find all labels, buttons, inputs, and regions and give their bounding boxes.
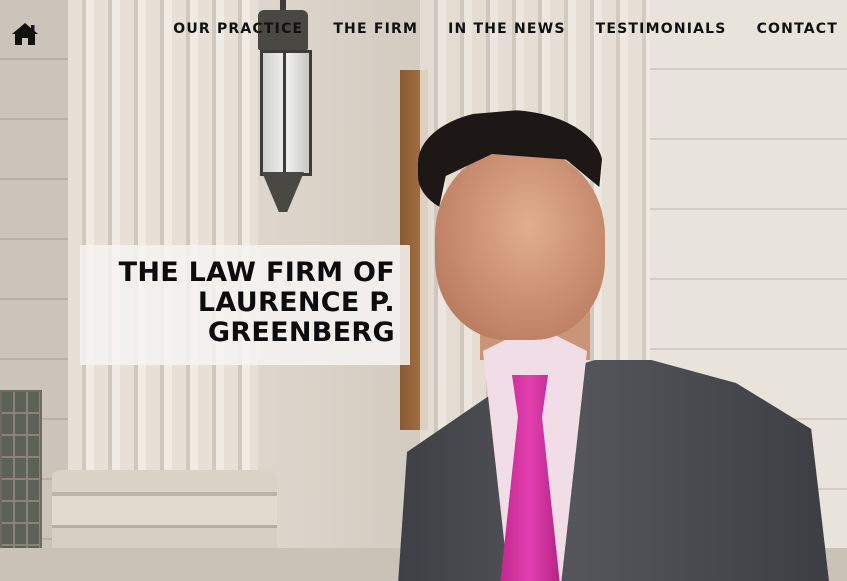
home-icon[interactable] <box>11 22 39 46</box>
hero-title-line: THE LAW FIRM OF <box>118 257 395 288</box>
main-nav: OUR PRACTICE THE FIRM IN THE NEWS TESTIM… <box>0 0 847 60</box>
nav-links: OUR PRACTICE THE FIRM IN THE NEWS TESTIM… <box>173 21 838 37</box>
hero-title-box: THE LAW FIRM OF LAURENCE P. GREENBERG <box>80 245 410 365</box>
nav-the-firm[interactable]: THE FIRM <box>333 21 418 37</box>
nav-our-practice[interactable]: OUR PRACTICE <box>173 21 303 37</box>
nav-testimonials[interactable]: TESTIMONIALS <box>596 21 727 37</box>
column-base <box>52 470 277 560</box>
nav-contact[interactable]: CONTACT <box>757 21 838 37</box>
nav-in-the-news[interactable]: IN THE NEWS <box>448 21 566 37</box>
hero-title-line: GREENBERG <box>207 317 395 348</box>
hero-title-line: LAURENCE P. <box>197 287 395 318</box>
hero-portrait <box>360 110 847 581</box>
background-window <box>0 390 42 564</box>
hero-banner: OUR PRACTICE THE FIRM IN THE NEWS TESTIM… <box>0 0 847 581</box>
portrait-face <box>435 150 605 340</box>
portrait-suit <box>397 360 830 581</box>
